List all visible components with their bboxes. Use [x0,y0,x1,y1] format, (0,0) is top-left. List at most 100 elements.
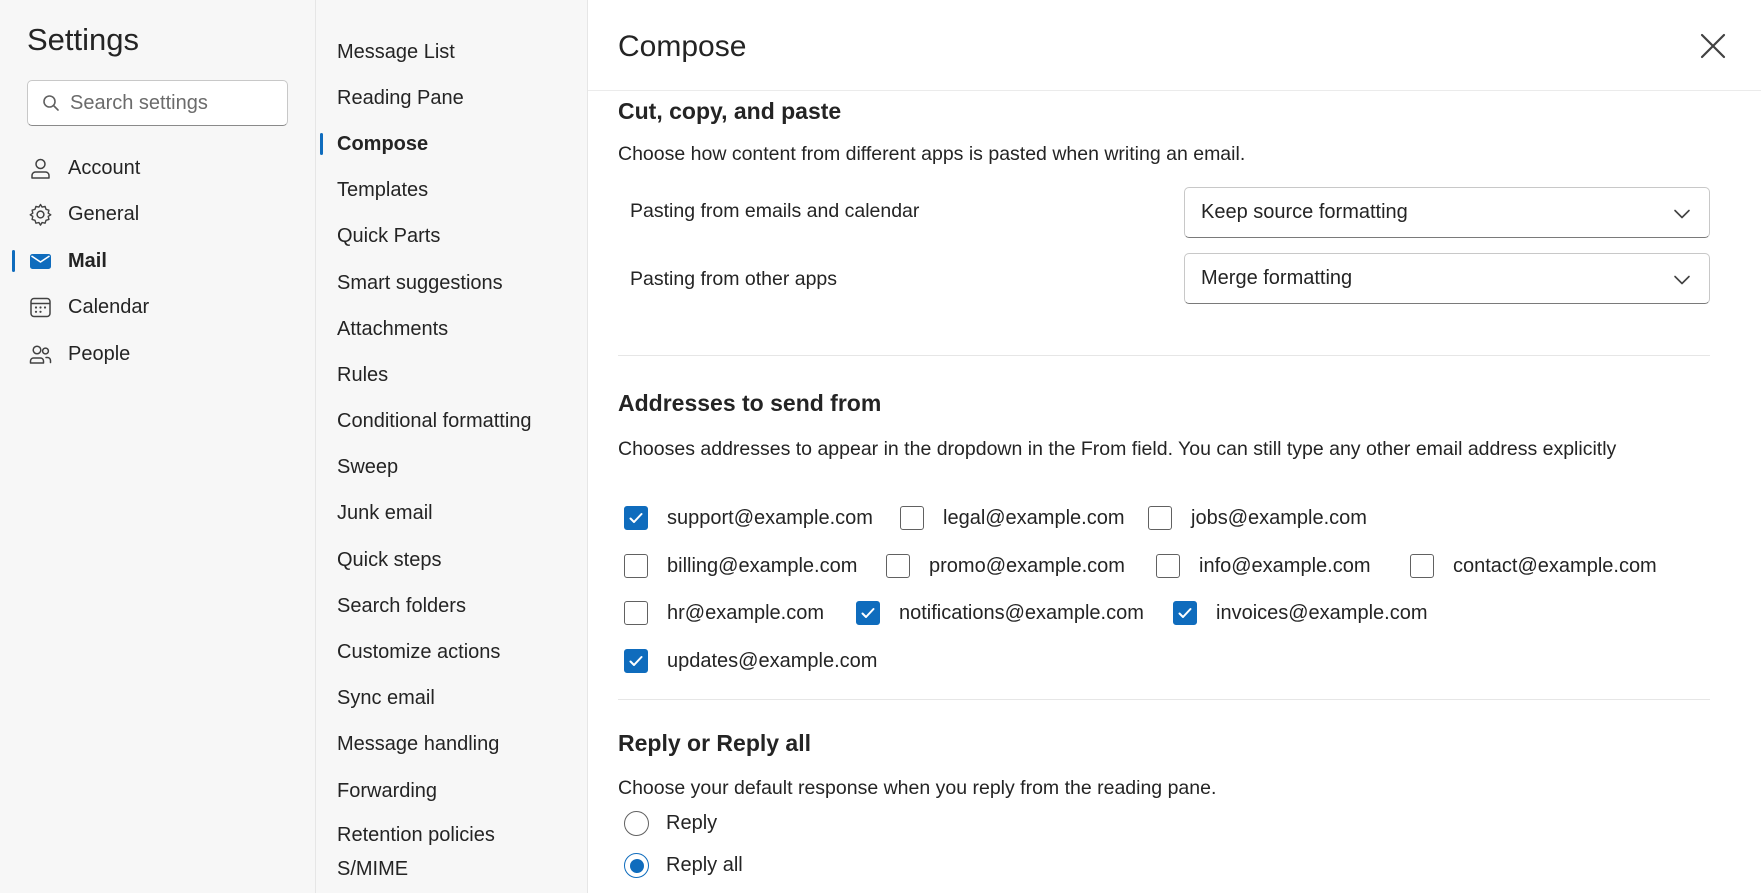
paste-emails-calendar-dropdown[interactable]: Keep source formatting [1184,187,1710,238]
subnav-message-list[interactable]: Message List [316,29,588,75]
category-list: Account General Mail Calendar People [0,145,316,378]
close-icon [1700,33,1726,59]
chevron-down-icon [1674,209,1690,219]
subnav-smime[interactable]: S/MIME [316,857,588,881]
address-checkbox-support[interactable]: support@example.com [624,506,873,530]
checkbox-label: info@example.com [1199,554,1371,577]
subnav-rules[interactable]: Rules [316,352,588,398]
calendar-icon [30,298,51,318]
checkbox-label: jobs@example.com [1191,506,1367,529]
subnav-quick-steps[interactable]: Quick steps [316,537,588,583]
checkbox[interactable] [624,601,648,625]
subnav-retention-policies[interactable]: Retention policies [316,814,588,857]
address-checkbox-updates[interactable]: updates@example.com [624,649,877,673]
subnav-message-handling[interactable]: Message handling [316,722,588,768]
address-checkbox-jobs[interactable]: jobs@example.com [1148,506,1367,530]
category-label: People [68,342,131,365]
dropdown-value: Keep source formatting [1201,201,1408,223]
subnav-templates[interactable]: Templates [316,168,588,214]
radio-label: Reply [666,812,718,834]
checkbox-label: notifications@example.com [899,601,1144,624]
checkmark-icon [861,608,875,618]
reply-option-reply-all[interactable]: Reply all [624,853,743,878]
subnav-search-folders[interactable]: Search folders [316,583,588,629]
checkbox[interactable] [856,601,880,625]
subnav-attachments[interactable]: Attachments [316,306,588,352]
people-icon [29,345,52,364]
category-label: Mail [68,249,107,272]
subnav-customize-actions[interactable]: Customize actions [316,629,588,675]
page-title: Compose [618,30,747,63]
checkmark-icon [1178,608,1192,618]
checkbox-label: updates@example.com [667,649,878,672]
address-checkbox-legal[interactable]: legal@example.com [900,506,1125,530]
category-label: Calendar [68,296,150,319]
subnav-reading-pane[interactable]: Reading Pane [316,75,588,121]
checkbox[interactable] [900,506,924,530]
subnav-smart-suggestions[interactable]: Smart suggestions [316,260,588,306]
category-people[interactable]: People [0,331,316,378]
category-account[interactable]: Account [0,145,316,192]
checkbox[interactable] [1156,554,1180,578]
title-divider [588,90,1761,91]
checkbox[interactable] [624,506,648,530]
close-button[interactable] [1697,30,1729,62]
checkbox[interactable] [1173,601,1197,625]
search-icon [43,95,59,111]
paste-other-apps-label: Pasting from other apps [630,268,838,290]
subnav-conditional-formatting[interactable]: Conditional formatting [316,399,588,445]
section-divider [618,355,1710,356]
radio-button[interactable] [624,811,649,836]
checkmark-icon [629,656,643,666]
category-mail[interactable]: Mail [0,238,316,285]
subnav-sync-email[interactable]: Sync email [316,676,588,722]
checkbox[interactable] [1410,554,1434,578]
address-checkbox-notifications[interactable]: notifications@example.com [856,601,1144,625]
checkbox[interactable] [624,649,648,673]
checkbox-label: legal@example.com [943,506,1125,529]
subnav-forwarding[interactable]: Forwarding [316,768,588,814]
checkbox-label: support@example.com [667,506,873,529]
section-divider [618,699,1710,700]
address-checkbox-promo[interactable]: promo@example.com [886,554,1125,578]
checkbox-label: billing@example.com [667,554,858,577]
subnav-sweep[interactable]: Sweep [316,445,588,491]
settings-title: Settings [27,22,140,57]
category-label: Account [68,156,141,179]
category-calendar[interactable]: Calendar [0,285,316,332]
radio-button[interactable] [624,853,649,878]
address-checkbox-billing[interactable]: billing@example.com [624,554,857,578]
subnav-list: Message List Reading Pane Compose Templa… [316,29,588,881]
subnav-junk-email[interactable]: Junk email [316,491,588,537]
person-icon [31,158,50,179]
paste-other-apps-dropdown[interactable]: Merge formatting [1184,253,1710,304]
checkbox[interactable] [1148,506,1172,530]
radio-label: Reply all [666,854,743,876]
addresses-title: Addresses to send from [618,390,882,416]
checkbox[interactable] [624,554,648,578]
address-checkbox-hr[interactable]: hr@example.com [624,601,824,625]
search-input[interactable] [70,91,270,115]
dropdown-value: Merge formatting [1201,267,1353,289]
address-checkbox-contact[interactable]: contact@example.com [1410,554,1657,578]
address-checkbox-info[interactable]: info@example.com [1156,554,1370,578]
checkbox[interactable] [886,554,910,578]
category-label: General [68,203,140,226]
checkbox-label: contact@example.com [1453,554,1657,577]
checkbox-label: hr@example.com [667,601,825,624]
mail-settings-nav: Message List Reading Pane Compose Templa… [316,0,588,893]
subnav-compose[interactable]: Compose [316,121,588,167]
address-checkbox-invoices[interactable]: invoices@example.com [1173,601,1428,625]
reply-title: Reply or Reply all [618,730,812,756]
cut-copy-paste-title: Cut, copy, and paste [618,98,842,124]
subnav-quick-parts[interactable]: Quick Parts [316,214,588,260]
addresses-description: Chooses addresses to appear in the dropd… [618,438,1617,460]
category-general[interactable]: General [0,192,316,239]
cut-copy-paste-description: Choose how content from different apps i… [618,143,1246,165]
paste-emails-calendar-label: Pasting from emails and calendar [630,200,920,222]
search-box[interactable] [27,80,288,126]
checkbox-label: promo@example.com [929,554,1125,577]
checkbox-label: invoices@example.com [1216,601,1428,624]
reply-option-reply[interactable]: Reply [624,811,717,836]
settings-sidebar: Settings Account General Mail Calendar P… [0,0,316,893]
